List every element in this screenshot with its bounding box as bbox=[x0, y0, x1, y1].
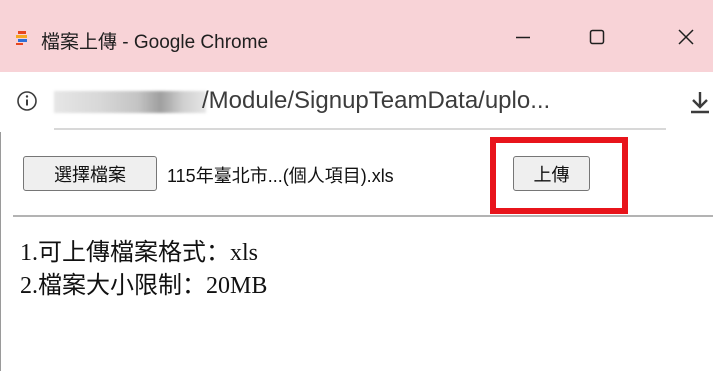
info-icon[interactable] bbox=[16, 90, 38, 112]
download-icon[interactable] bbox=[687, 89, 713, 115]
horizontal-divider bbox=[13, 215, 713, 217]
upload-highlight-box bbox=[490, 137, 628, 214]
maximize-icon bbox=[587, 27, 607, 47]
address-underline bbox=[54, 128, 666, 130]
minimize-icon bbox=[513, 27, 533, 47]
url-text[interactable]: /Module/SignupTeamData/uplo... bbox=[202, 87, 550, 115]
app-icon bbox=[15, 30, 29, 46]
close-icon bbox=[676, 27, 696, 47]
maximize-button[interactable] bbox=[567, 17, 627, 57]
url-redacted-segment bbox=[54, 91, 206, 113]
browser-window: 檔案上傳 - Google Chrome /Module/SignupTeamD… bbox=[0, 0, 713, 371]
selected-file-name: 115年臺北市...(個人項目).xls bbox=[167, 166, 394, 186]
title-bar[interactable]: 檔案上傳 - Google Chrome bbox=[0, 0, 713, 72]
address-bar[interactable]: /Module/SignupTeamData/uplo... bbox=[0, 72, 713, 132]
page-content: 選擇檔案 115年臺北市...(個人項目).xls 上傳 1.可上傳檔案格式：x… bbox=[0, 132, 713, 371]
choose-file-button[interactable]: 選擇檔案 bbox=[23, 156, 157, 191]
minimize-button[interactable] bbox=[493, 17, 553, 57]
note-file-format: 1.可上傳檔案格式：xls bbox=[20, 240, 259, 266]
note-file-size: 2.檔案大小限制：20MB bbox=[20, 273, 268, 299]
close-button[interactable] bbox=[656, 17, 713, 57]
window-title: 檔案上傳 - Google Chrome bbox=[41, 32, 269, 53]
